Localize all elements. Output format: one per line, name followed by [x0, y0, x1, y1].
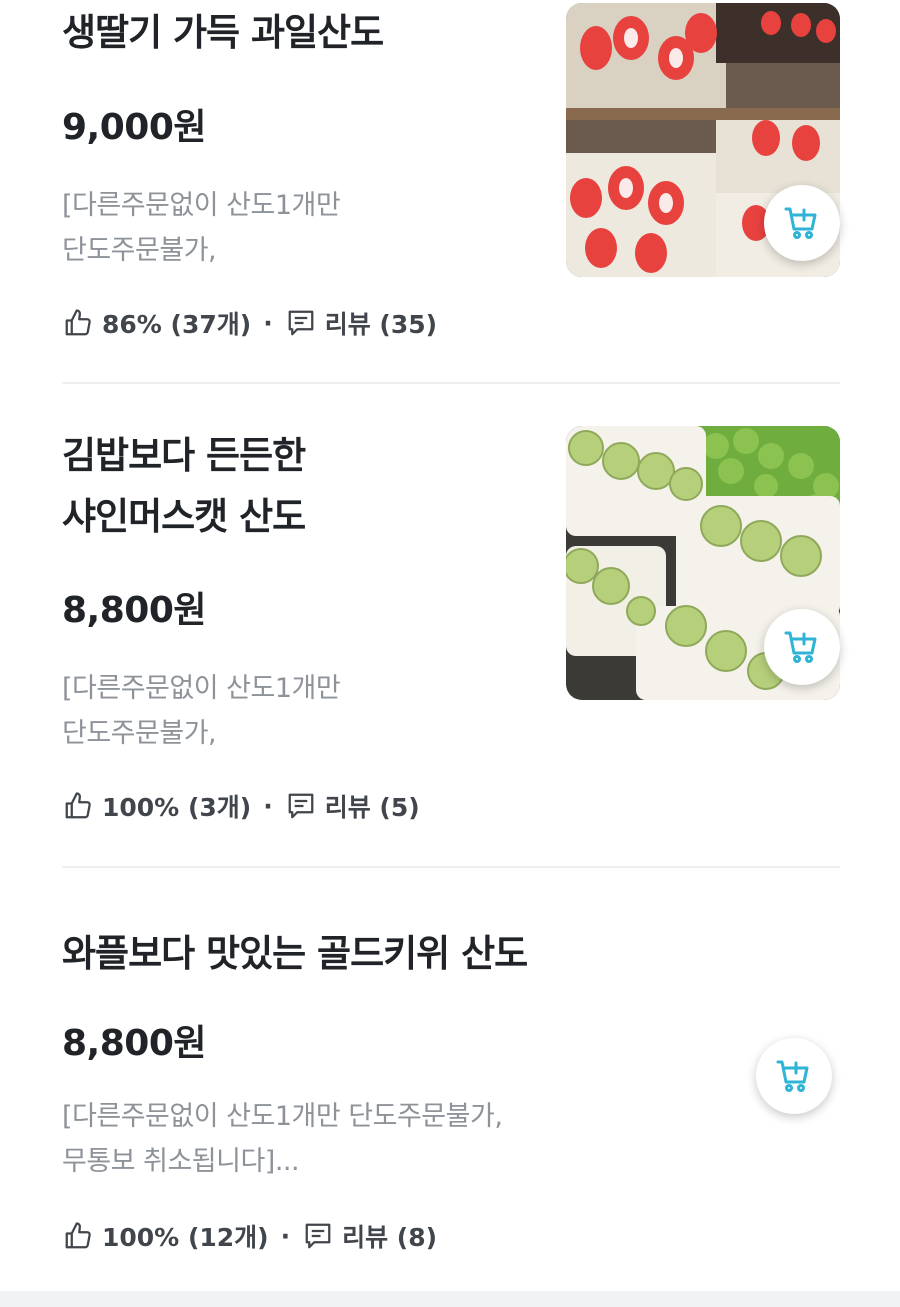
item-title: 생딸기 가득 과일산도 — [62, 9, 384, 57]
rating-text: 100% (3개) — [102, 793, 252, 822]
item-meta: 100% (12개) · 리뷰 (8) — [62, 1218, 437, 1254]
description-line: 단도주문불가, — [62, 235, 217, 266]
description-line: [다른주문없이 산도1개만 — [62, 190, 341, 221]
item-title: 김밥보다 든든한 샤인머스캣 산도 — [62, 432, 306, 541]
thumbs-up-icon — [62, 307, 94, 339]
add-to-cart-icon — [782, 625, 822, 669]
meta-separator: · — [263, 308, 273, 338]
review-count[interactable]: 리뷰 (8) — [342, 1218, 437, 1254]
add-to-cart-button[interactable] — [756, 1038, 832, 1114]
add-to-cart-button[interactable] — [764, 185, 840, 261]
thumbs-up-icon — [62, 790, 94, 822]
comment-icon — [285, 790, 317, 822]
meta-separator: · — [280, 1221, 291, 1251]
item-title-line: 김밥보다 든든한 — [62, 434, 306, 477]
description-line: 단도주문불가, — [62, 718, 217, 749]
item-title: 와플보다 맛있는 골드키위 산도 — [62, 930, 528, 978]
item-description: [다른주문없이 산도1개만 단도주문불가, 무통보 취소됩니다]... — [62, 1094, 503, 1184]
item-meta: 100% (3개) · 리뷰 (5) — [62, 788, 420, 824]
comment-icon — [302, 1220, 334, 1252]
section-footer-divider — [0, 1291, 900, 1307]
review-count[interactable]: 리뷰 (5) — [325, 788, 420, 824]
item-description: [다른주문없이 산도1개만 단도주문불가, — [62, 666, 341, 756]
item-title-line: 와플보다 맛있는 골드키위 산도 — [62, 932, 528, 975]
add-to-cart-icon — [782, 201, 822, 245]
item-description: [다른주문없이 산도1개만 단도주문불가, — [62, 183, 341, 273]
thumbs-up-icon — [62, 1220, 94, 1252]
item-title-line: 생딸기 가득 과일산도 — [62, 11, 384, 54]
rating-text: 86% (37개) — [102, 310, 252, 339]
menu-item[interactable]: 생딸기 가득 과일산도 9,000원 [다른주문없이 산도1개만 단도주문불가,… — [62, 0, 840, 380]
rating-text: 100% (12개) — [102, 1223, 269, 1252]
review-count[interactable]: 리뷰 (35) — [325, 305, 437, 341]
comment-icon — [285, 307, 317, 339]
item-price: 9,000원 — [62, 107, 207, 148]
meta-separator: · — [263, 791, 273, 821]
description-line: [다른주문없이 산도1개만 — [62, 673, 341, 704]
item-price: 8,800원 — [62, 590, 207, 631]
item-title-line: 샤인머스캣 산도 — [62, 495, 306, 538]
add-to-cart-icon — [774, 1054, 814, 1098]
description-line: 무통보 취소됩니다]... — [62, 1146, 300, 1177]
item-price: 8,800원 — [62, 1023, 207, 1064]
menu-item[interactable]: 와플보다 맛있는 골드키위 산도 8,800원 [다른주문없이 산도1개만 단도… — [62, 868, 840, 1288]
description-line: [다른주문없이 산도1개만 단도주문불가, — [62, 1101, 503, 1132]
item-meta: 86% (37개) · 리뷰 (35) — [62, 305, 437, 341]
add-to-cart-button[interactable] — [764, 609, 840, 685]
menu-item[interactable]: 김밥보다 든든한 샤인머스캣 산도 8,800원 [다른주문없이 산도1개만 단… — [62, 384, 840, 864]
